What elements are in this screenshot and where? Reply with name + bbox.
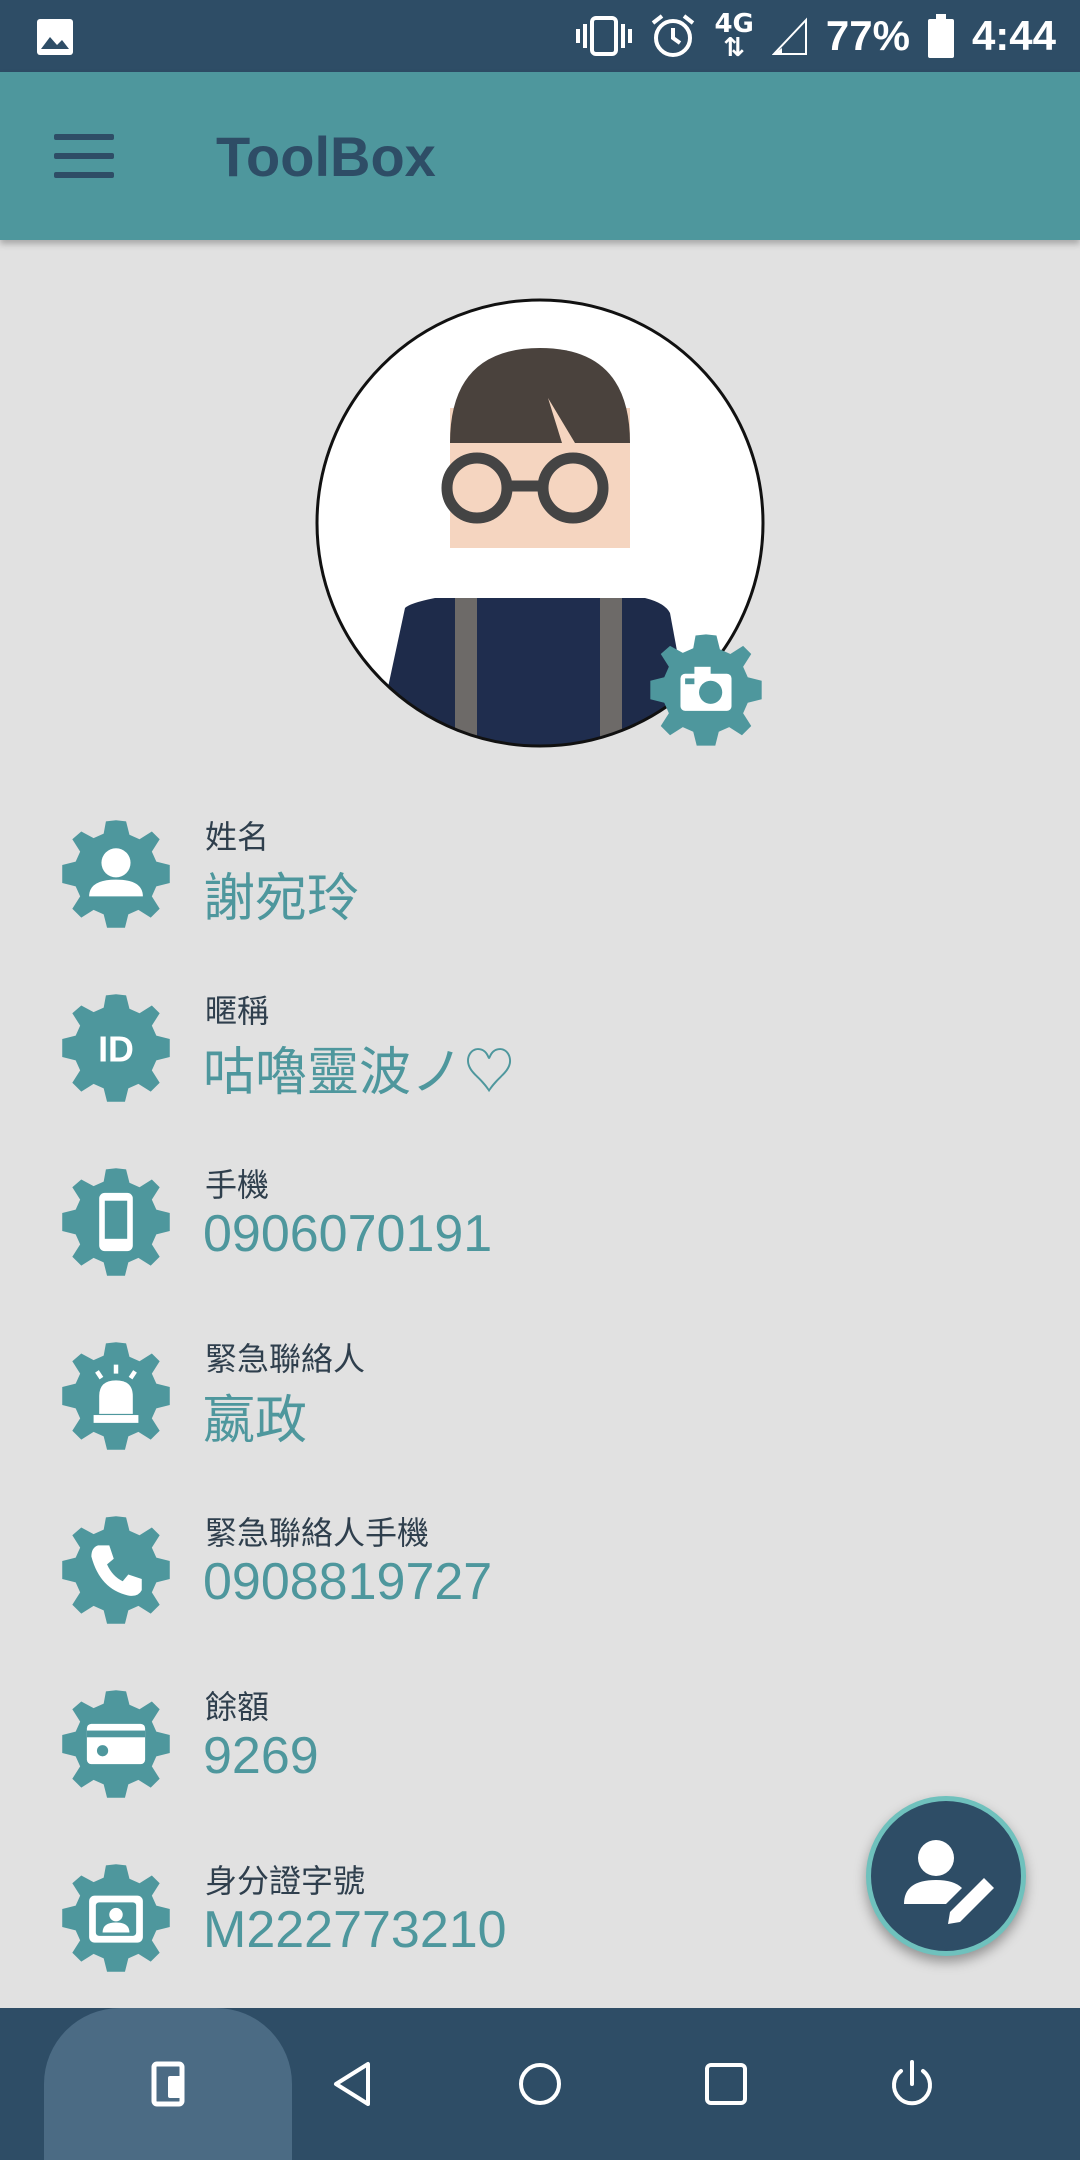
power-icon[interactable] [880, 2052, 944, 2116]
field-value: 9269 [203, 1727, 319, 1785]
field-value: 0906070191 [203, 1205, 493, 1263]
field-label: 暱稱 [205, 992, 270, 1030]
field-value: 謝宛玲 [203, 870, 360, 928]
alarm-icon [652, 14, 695, 57]
info-item-id-number: 身分證字號 M222773210 [60, 1856, 960, 2006]
info-item-emergency-mobile: 緊急聯絡人手機 0908819727 [60, 1508, 960, 1658]
field-value: 咕嚕靈波ノ♡ [203, 1044, 516, 1102]
info-item-mobile: 手機 0906070191 [60, 1160, 960, 1310]
call-gear-icon [62, 1516, 170, 1624]
network-4g-icon: 4G ⇅ [714, 9, 754, 63]
app-title: ToolBox [216, 125, 436, 188]
signal-icon [771, 17, 807, 55]
screen-pin-icon[interactable] [138, 2052, 202, 2116]
field-label: 緊急聯絡人 [205, 1340, 366, 1378]
id-card-gear-icon [62, 1864, 170, 1972]
recents-icon[interactable] [694, 2052, 758, 2116]
person-gear-icon [62, 820, 170, 928]
id-gear-icon: ID [62, 994, 170, 1102]
battery-icon [927, 14, 954, 58]
alarm-light-gear-icon [62, 1342, 170, 1450]
hamburger-menu-icon[interactable] [54, 134, 114, 178]
back-icon[interactable] [322, 2052, 386, 2116]
info-item-balance: 餘額 9269 [60, 1682, 960, 1832]
info-item-emergency-contact: 緊急聯絡人 嬴政 [60, 1334, 960, 1484]
navigation-bar [0, 2008, 1080, 2160]
home-icon[interactable] [508, 2052, 572, 2116]
field-value: 嬴政 [203, 1392, 308, 1450]
status-bar: 4G ⇅ 77% 4:44 [0, 0, 1080, 72]
camera-gear-icon[interactable] [648, 632, 764, 748]
svg-text:ID: ID [98, 1029, 134, 1069]
phone-gear-icon [62, 1168, 170, 1276]
clock: 4:44 [971, 12, 1056, 59]
field-value: 0908819727 [203, 1553, 493, 1611]
field-label: 身分證字號 [205, 1862, 366, 1900]
field-label: 緊急聯絡人手機 [205, 1514, 430, 1552]
field-label: 姓名 [205, 818, 270, 856]
info-item-nickname: ID 暱稱 咕嚕靈波ノ♡ [60, 986, 960, 1136]
field-label: 手機 [205, 1166, 270, 1204]
app-bar: ToolBox [0, 72, 1080, 240]
edit-profile-icon [904, 1840, 994, 1924]
edit-profile-button[interactable] [866, 1796, 1026, 1956]
vibrate-icon [576, 16, 633, 56]
info-item-name: 姓名 謝宛玲 [60, 812, 960, 962]
card-gear-icon [62, 1690, 170, 1798]
battery-percent: 77% [825, 12, 910, 59]
image-icon [37, 19, 73, 55]
field-label: 餘額 [205, 1688, 270, 1726]
field-value: M222773210 [203, 1901, 507, 1959]
